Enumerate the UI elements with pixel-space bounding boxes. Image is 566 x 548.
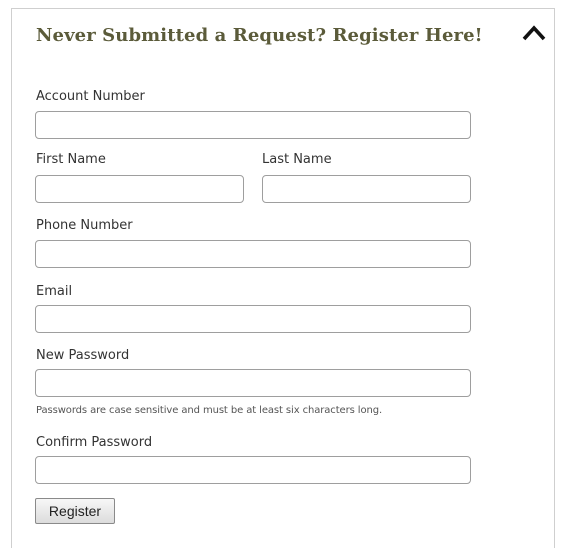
- last-name-label: Last Name: [262, 152, 332, 167]
- password-hint: Passwords are case sensitive and must be…: [36, 405, 383, 416]
- new-password-input[interactable]: [35, 369, 471, 397]
- account-number-label: Account Number: [36, 89, 145, 104]
- register-button[interactable]: Register: [35, 498, 115, 524]
- chevron-up-icon[interactable]: [520, 22, 548, 44]
- phone-number-label: Phone Number: [36, 218, 133, 233]
- last-name-input[interactable]: [262, 175, 471, 203]
- confirm-password-label: Confirm Password: [36, 435, 153, 450]
- account-number-input[interactable]: [35, 111, 471, 139]
- new-password-label: New Password: [36, 348, 130, 363]
- form-title: Never Submitted a Request? Register Here…: [36, 25, 483, 46]
- first-name-label: First Name: [36, 152, 106, 167]
- phone-number-input[interactable]: [35, 240, 471, 268]
- email-input[interactable]: [35, 305, 471, 333]
- first-name-input[interactable]: [35, 175, 244, 203]
- email-label: Email: [36, 284, 73, 299]
- confirm-password-input[interactable]: [35, 456, 471, 484]
